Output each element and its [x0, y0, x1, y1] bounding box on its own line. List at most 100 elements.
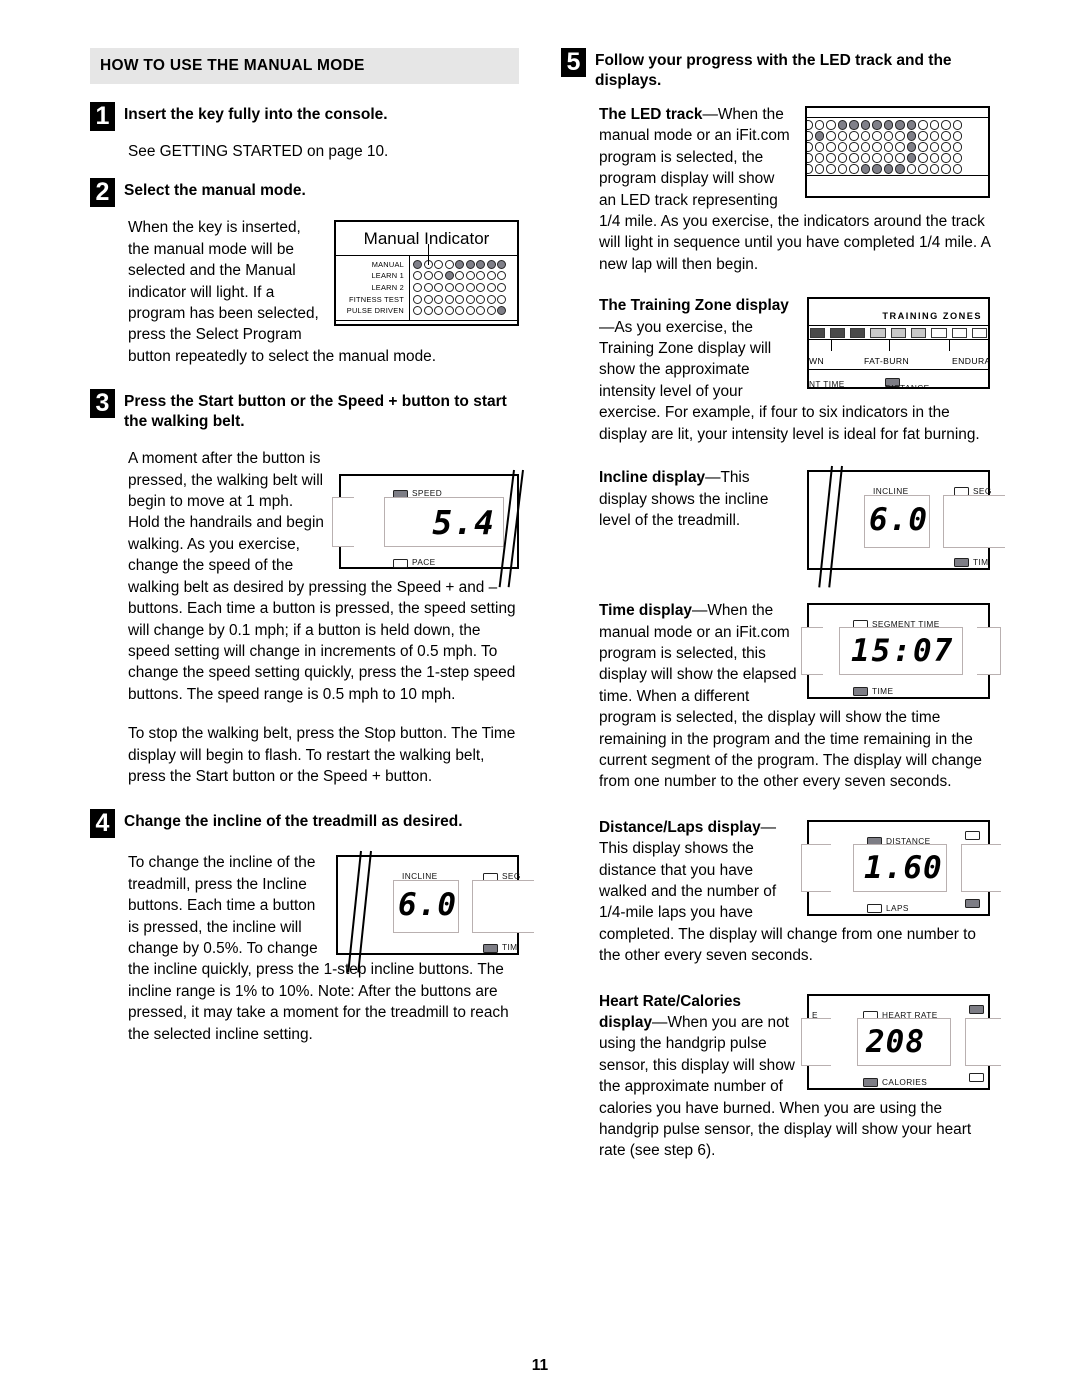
led-off-icon: [807, 164, 813, 174]
manual-indicator-row: [413, 282, 508, 294]
incline-value-right: 6.0: [869, 502, 928, 539]
led-off-icon: [486, 271, 496, 281]
led-off-icon: [883, 153, 893, 163]
led-off-icon: [814, 120, 824, 130]
led-off-icon: [497, 294, 506, 304]
row-label-pulse-driven: PULSE DRIVEN: [346, 306, 404, 316]
manual-indicator-row: [413, 294, 508, 306]
led-off-icon: [883, 142, 893, 152]
training-zone-segment: [870, 327, 886, 338]
led-off-icon: [465, 271, 475, 281]
led-on-icon: [883, 120, 893, 130]
heart-rate-lcd-panel: 208: [857, 1017, 951, 1066]
led-on-icon: [849, 120, 859, 130]
laps-label-row: LAPS: [867, 898, 909, 919]
training-zones-figure: TRAINING ZONES WN FAT-BURN ENDURA NT TIM…: [807, 297, 990, 390]
led-on-icon: [906, 142, 916, 152]
incline-display-dash: —: [705, 469, 721, 487]
led-track-row: [807, 119, 988, 130]
distance-value: 1.60: [864, 849, 943, 886]
right-column: 5 Follow your progress with the LED trac…: [561, 48, 1005, 1162]
heart-rate-dash: —: [652, 1014, 668, 1031]
step-3-title: Press the Start button or the Speed + bu…: [124, 393, 507, 430]
training-zone-dash: —: [599, 318, 615, 336]
time-display-para: SEGMENT TIME 15:07 TIME Time display—Whe…: [599, 600, 1001, 793]
led-off-icon: [895, 153, 905, 163]
led-track-bottom-bar: [807, 175, 988, 185]
led-off-icon: [423, 294, 433, 304]
led-off-icon: [444, 294, 454, 304]
time-label-row: TIME: [853, 681, 893, 702]
step-3-number: 3: [90, 389, 115, 419]
led-on-icon: [837, 120, 847, 130]
led-off-icon: [434, 294, 443, 304]
speed-display-figure: SPEED 5.4 PACE: [332, 470, 524, 588]
led-on-icon: [906, 153, 916, 163]
led-on-icon: [497, 259, 506, 269]
distance-right-partial-panel: [961, 843, 1001, 892]
step-3-para-1: SPEED 5.4 PACE A moment after the button: [128, 448, 524, 705]
led-on-icon: [883, 164, 893, 174]
led-off-icon: [837, 164, 847, 174]
heart-rate-left-partial-panel: [801, 1017, 831, 1066]
led-track-dash: —: [702, 106, 718, 123]
led-off-icon: [486, 306, 496, 316]
led-off-icon: [814, 153, 824, 163]
manual-indicator-row-labels: MANUAL LEARN 1 LEARN 2 FITNESS TEST PULS…: [336, 255, 410, 320]
led-off-icon: [497, 271, 506, 281]
led-off-icon: [860, 153, 870, 163]
training-zones-panel-stubs: [809, 387, 988, 389]
led-off-icon: [465, 283, 475, 292]
led-track-top-bar: [807, 108, 988, 118]
speed-left-partial-panel: [332, 497, 354, 548]
time-display-figure: SEGMENT TIME 15:07 TIME: [801, 603, 1001, 702]
training-zone-segment: [911, 327, 927, 338]
training-zone-lead: The Training Zone display: [599, 297, 789, 315]
led-off-icon: [434, 271, 443, 281]
led-off-icon: [837, 142, 847, 152]
led-off-icon: [929, 120, 939, 130]
led-off-icon: [465, 294, 475, 304]
corner-led-top-right: [965, 830, 980, 840]
led-off-icon: [929, 142, 939, 152]
page-number: 11: [531, 1357, 549, 1374]
led-on-icon: [465, 259, 475, 269]
calories-led-icon: [863, 1077, 878, 1087]
led-on-icon: [476, 259, 485, 269]
led-off-icon: [814, 164, 824, 174]
led-off-icon: [952, 164, 962, 174]
led-off-icon: [837, 131, 847, 141]
led-off-icon: [872, 153, 882, 163]
led-off-icon: [807, 153, 813, 163]
led-off-icon: [872, 142, 882, 152]
led-off-icon: [486, 283, 496, 292]
time-right-partial-panel: [977, 627, 1001, 676]
led-off-icon: [895, 142, 905, 152]
time-text-left: TIM: [502, 942, 518, 953]
step-4: 4 Change the incline of the treadmill as…: [90, 809, 519, 839]
time-lcd-panel-right: [943, 495, 1005, 549]
led-off-icon: [434, 259, 443, 269]
manual-indicator-row: [413, 270, 508, 282]
incline-lcd-panel-right: 6.0: [864, 495, 930, 549]
corner-led-hr-top-right: [969, 1004, 984, 1014]
time-label-text: TIME: [872, 686, 894, 697]
row-label-manual: MANUAL: [371, 259, 404, 269]
distance-laps-figure: DISTANCE 1.60 LAPS: [801, 819, 1001, 919]
led-off-icon: [918, 164, 928, 174]
two-column-layout: HOW TO USE THE MANUAL MODE 1 Insert the …: [90, 48, 1005, 1162]
step-5: 5 Follow your progress with the LED trac…: [561, 48, 990, 90]
led-off-icon: [423, 271, 433, 281]
time-text-right: TIM: [973, 557, 989, 568]
time-lcd-panel-left: [472, 880, 534, 934]
step-1-title: Insert the key fully into the console.: [124, 106, 388, 123]
time-left-partial-panel: [801, 627, 823, 676]
calories-label-row: CALORIES: [863, 1072, 927, 1093]
panel-stub-1: [809, 387, 845, 389]
led-off-icon: [941, 153, 951, 163]
led-off-icon: [918, 120, 928, 130]
speed-value: 5.4: [432, 503, 495, 543]
step-3-para-2: To stop the walking belt, press the Stop…: [128, 725, 516, 785]
pace-label-row: PACE: [393, 552, 436, 573]
time-led-icon-right: [954, 558, 969, 568]
